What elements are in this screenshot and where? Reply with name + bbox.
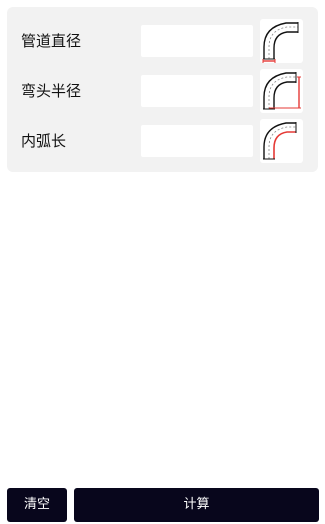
elbow-radius-label: 弯头半径 — [21, 82, 82, 100]
form-row-pipe-diameter: 管道直径 — [7, 19, 318, 63]
form-row-elbow-radius: 弯头半径 — [7, 69, 318, 113]
pipe-diameter-label: 管道直径 — [21, 32, 82, 50]
elbow-radius-input[interactable] — [141, 75, 253, 107]
form-row-inner-arc-length: 内弧长 — [7, 119, 318, 163]
elbow-radius-diagram-icon — [260, 69, 303, 113]
calculate-button[interactable]: 计算 — [74, 488, 319, 522]
clear-button[interactable]: 清空 — [7, 488, 67, 522]
inner-arc-length-diagram-icon — [260, 119, 303, 163]
bottom-action-bar: 清空 计算 — [0, 488, 325, 524]
inner-arc-length-input[interactable] — [141, 125, 253, 157]
calculator-form-card: 管道直径 弯头半径 内弧长 — [7, 7, 318, 172]
inner-arc-length-label: 内弧长 — [21, 132, 67, 150]
pipe-diameter-input[interactable] — [141, 25, 253, 57]
pipe-diameter-diagram-icon — [260, 19, 303, 63]
